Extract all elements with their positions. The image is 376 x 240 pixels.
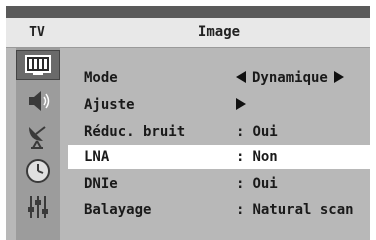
menu-item-noise-reduction[interactable]: Réduc. bruit : Oui: [68, 120, 370, 144]
menu-item-label: Mode: [84, 70, 118, 86]
menu-item-value: : Oui: [236, 176, 278, 192]
value-separator: :: [236, 149, 245, 165]
sound-icon[interactable]: [16, 86, 60, 116]
menu-item-label: Ajuste: [84, 97, 135, 113]
clock-icon[interactable]: [16, 156, 60, 186]
tv-osd-menu: TV Image Mode Dynamique Ajuste Réduc. br…: [6, 6, 370, 240]
arrow-left-icon[interactable]: [236, 71, 246, 83]
setup-sliders-icon[interactable]: [16, 192, 60, 222]
menu-item-dnie[interactable]: DNIe : Oui: [68, 172, 370, 196]
menu-item-label: DNIe: [84, 176, 118, 192]
menu-header: TV Image: [6, 18, 370, 48]
menu-item-label: Balayage: [84, 202, 152, 218]
arrow-right-icon[interactable]: [333, 71, 344, 83]
value-separator: :: [236, 124, 245, 140]
picture-icon[interactable]: [16, 50, 60, 80]
menu-item-value: : Oui: [236, 124, 278, 140]
menu-item-value: Dynamique: [236, 66, 344, 90]
menu-item-ajuste[interactable]: Ajuste: [68, 93, 370, 117]
menu-item-value: [236, 93, 246, 117]
channel-antenna-icon[interactable]: [16, 122, 60, 152]
value-separator: :: [236, 176, 245, 192]
menu-item-mode[interactable]: Mode Dynamique: [68, 66, 370, 90]
top-bar: [6, 6, 370, 18]
menu-item-label: Réduc. bruit: [84, 124, 186, 140]
tv-label: TV: [29, 25, 45, 40]
menu-item-lna[interactable]: LNA : Non: [68, 145, 370, 169]
menu-item-balayage[interactable]: Balayage : Natural scan: [68, 198, 370, 222]
menu-item-label: LNA: [84, 149, 110, 165]
arrow-right-icon[interactable]: [236, 98, 246, 110]
menu-item-value: : Non: [236, 149, 278, 165]
menu-title: Image: [197, 24, 241, 40]
menu-item-value: : Natural scan: [236, 202, 354, 218]
value-separator: :: [236, 202, 245, 218]
menu-content: Mode Dynamique Ajuste Réduc. bruit : Oui …: [68, 48, 370, 240]
